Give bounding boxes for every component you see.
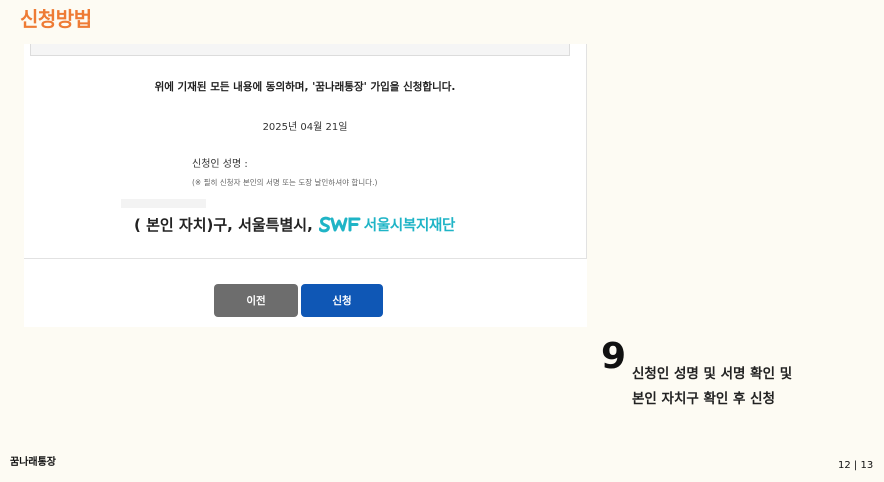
application-screenshot: 위에 기재된 모든 내용에 동의하며, '꿈나래통장' 가입을 신청합니다. 2… bbox=[24, 44, 587, 327]
signature-blank bbox=[121, 199, 206, 208]
signature-note: (※ 필히 신청자 본인의 서명 또는 도장 날인하셔야 합니다.) bbox=[192, 178, 378, 187]
form-top-strip bbox=[30, 44, 570, 56]
step-description-line2: 본인 자치구 확인 후 신청 bbox=[632, 391, 775, 407]
swf-logo-icon bbox=[318, 216, 361, 232]
foundation-name: 서울시복지재단 bbox=[363, 217, 456, 234]
consent-statement: 위에 기재된 모든 내용에 동의하며, '꿈나래통장' 가입을 신청합니다. bbox=[154, 81, 456, 93]
step-number: 9 bbox=[601, 336, 627, 377]
step-description: 신청인 성명 및 서명 확인 및 본인 자치구 확인 후 신청 bbox=[632, 362, 792, 412]
signer-name-label: 신청인 성명 : bbox=[192, 159, 248, 170]
district-text: ( 본인 자치)구, 서울특별시, bbox=[134, 215, 313, 234]
footer-brand: 꿈나래통장 bbox=[10, 457, 56, 468]
district-line: ( 본인 자치)구, 서울특별시, 서울시복지재단 bbox=[134, 212, 455, 236]
apply-button[interactable]: 신청 bbox=[301, 284, 383, 317]
step-description-line1: 신청인 성명 및 서명 확인 및 bbox=[632, 366, 793, 382]
section-title: 신청방법 bbox=[20, 7, 92, 31]
prev-button[interactable]: 이전 bbox=[214, 284, 298, 317]
consent-form: 위에 기재된 모든 내용에 동의하며, '꿈나래통장' 가입을 신청합니다. 2… bbox=[24, 44, 587, 259]
page-number: 12 | 13 bbox=[838, 460, 874, 471]
foundation-logo: 서울시복지재단 bbox=[318, 214, 456, 235]
application-date: 2025년 04월 21일 bbox=[262, 122, 348, 133]
